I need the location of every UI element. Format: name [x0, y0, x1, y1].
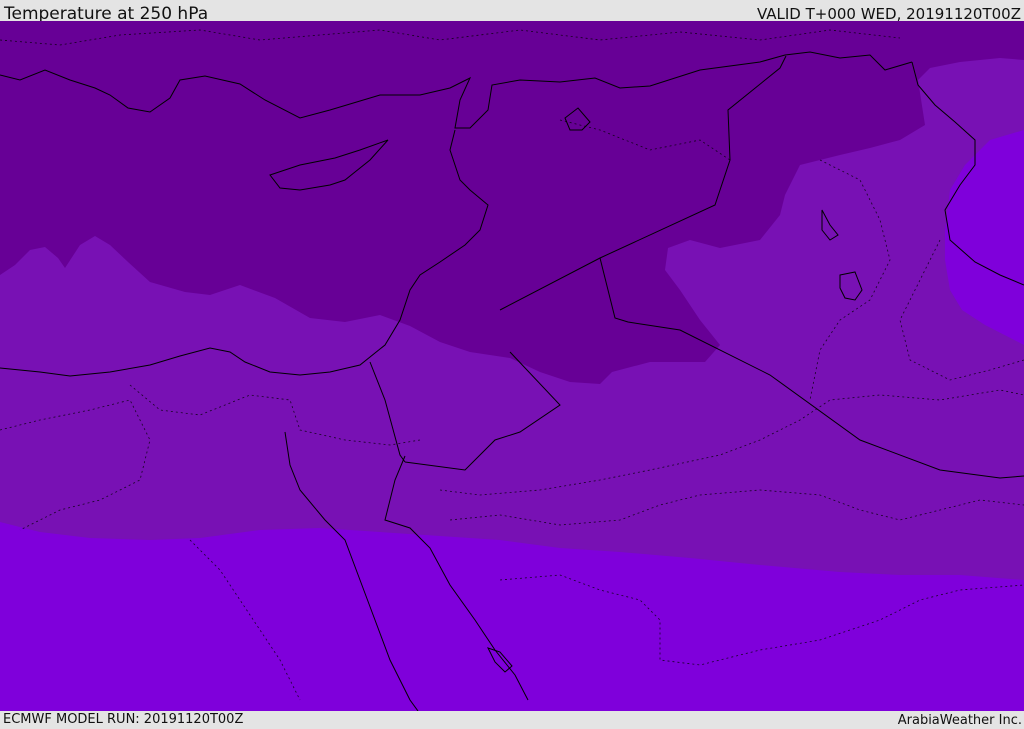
- model-run-label: ECMWF MODEL RUN: 20191120T00Z: [3, 712, 244, 727]
- temperature-map: [0, 21, 1024, 711]
- brand-label: ArabiaWeather Inc.: [897, 713, 1022, 728]
